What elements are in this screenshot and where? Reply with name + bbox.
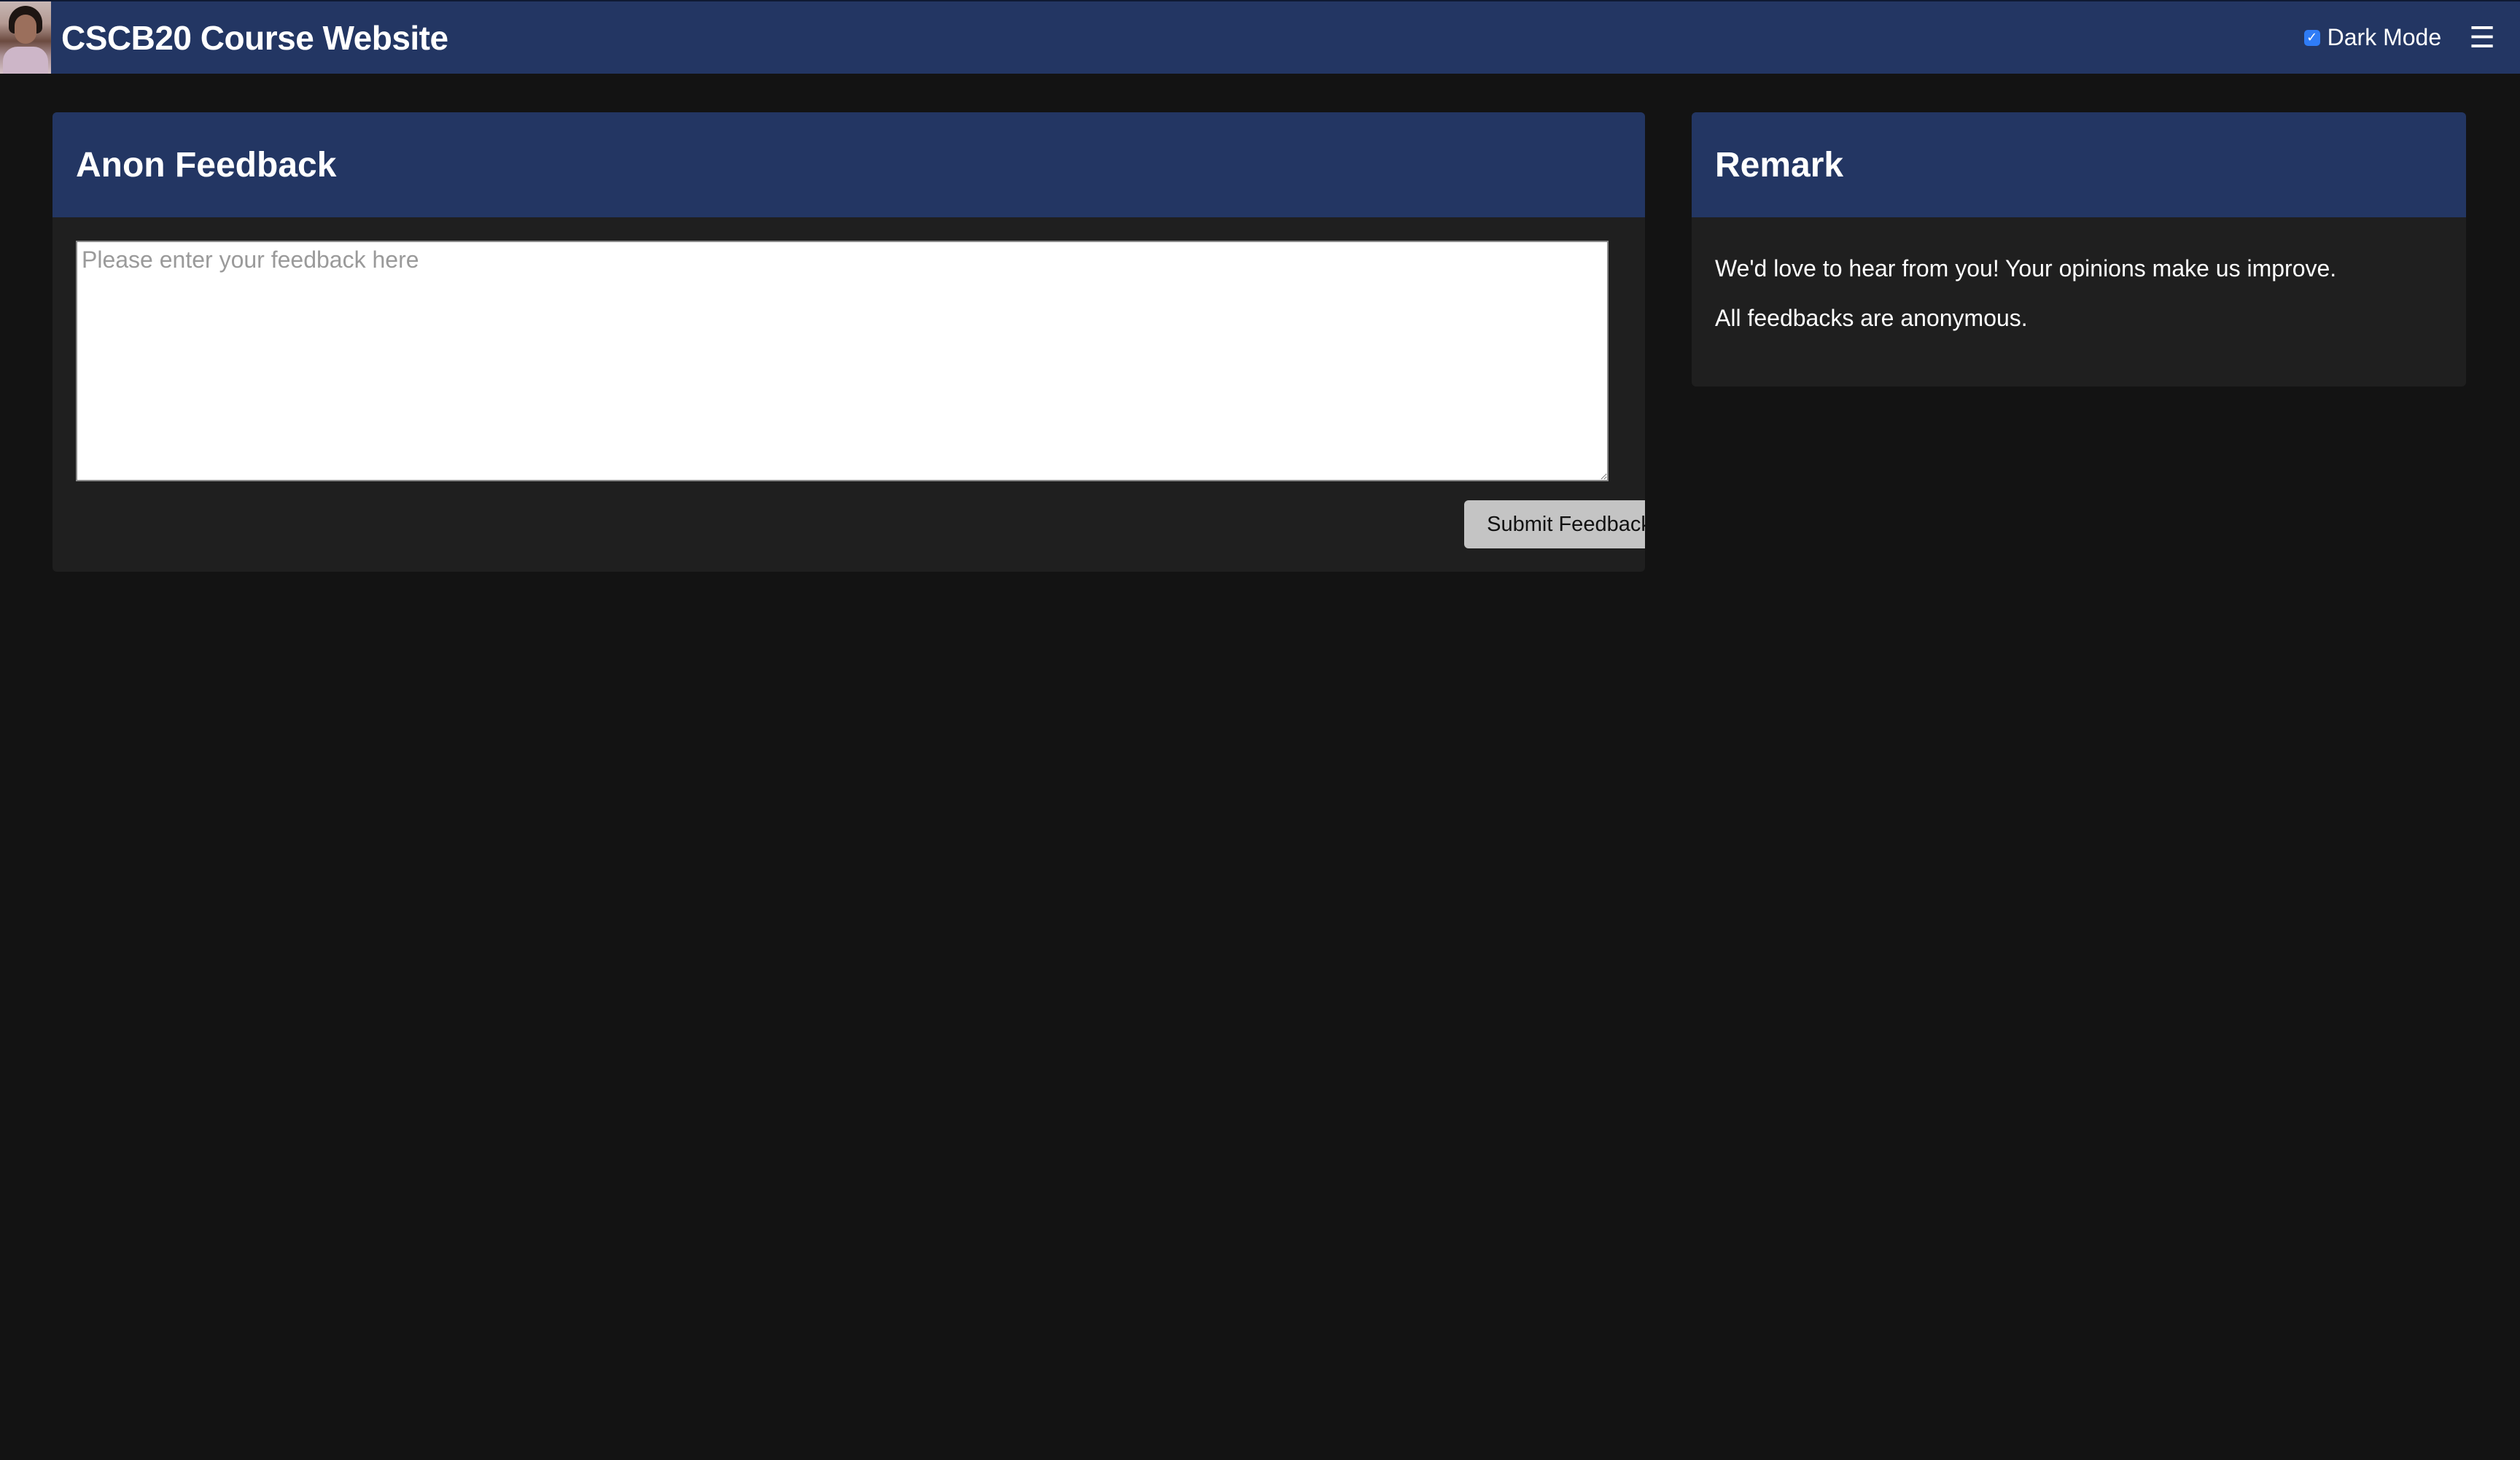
remark-title: Remark — [1692, 112, 2466, 217]
topbar-controls: ✓ Dark Mode ☰ — [2303, 23, 2495, 53]
profile-avatar — [0, 1, 51, 74]
remark-body: We'd love to hear from you! Your opinion… — [1692, 217, 2466, 333]
remark-card: Remark We'd love to hear from you! Your … — [1692, 112, 2466, 387]
dark-mode-toggle[interactable]: ✓ Dark Mode — [2303, 24, 2442, 51]
anon-feedback-card: Anon Feedback Submit Feedback — [52, 112, 1645, 572]
anon-feedback-title: Anon Feedback — [52, 112, 1645, 217]
feedback-textarea[interactable] — [76, 241, 1609, 481]
site-title: CSCB20 Course Website — [61, 18, 448, 57]
hamburger-menu-icon[interactable]: ☰ — [2469, 23, 2495, 53]
top-navigation-bar: CSCB20 Course Website ✓ Dark Mode ☰ — [0, 0, 2520, 74]
remark-text-line: All feedbacks are anonymous. — [1715, 305, 2028, 331]
dark-mode-checkbox[interactable]: ✓ — [2303, 29, 2320, 46]
remark-text-line: We'd love to hear from you! Your opinion… — [1715, 255, 2337, 281]
dark-mode-label: Dark Mode — [2327, 24, 2442, 50]
submit-feedback-button[interactable]: Submit Feedback — [1464, 500, 1645, 548]
